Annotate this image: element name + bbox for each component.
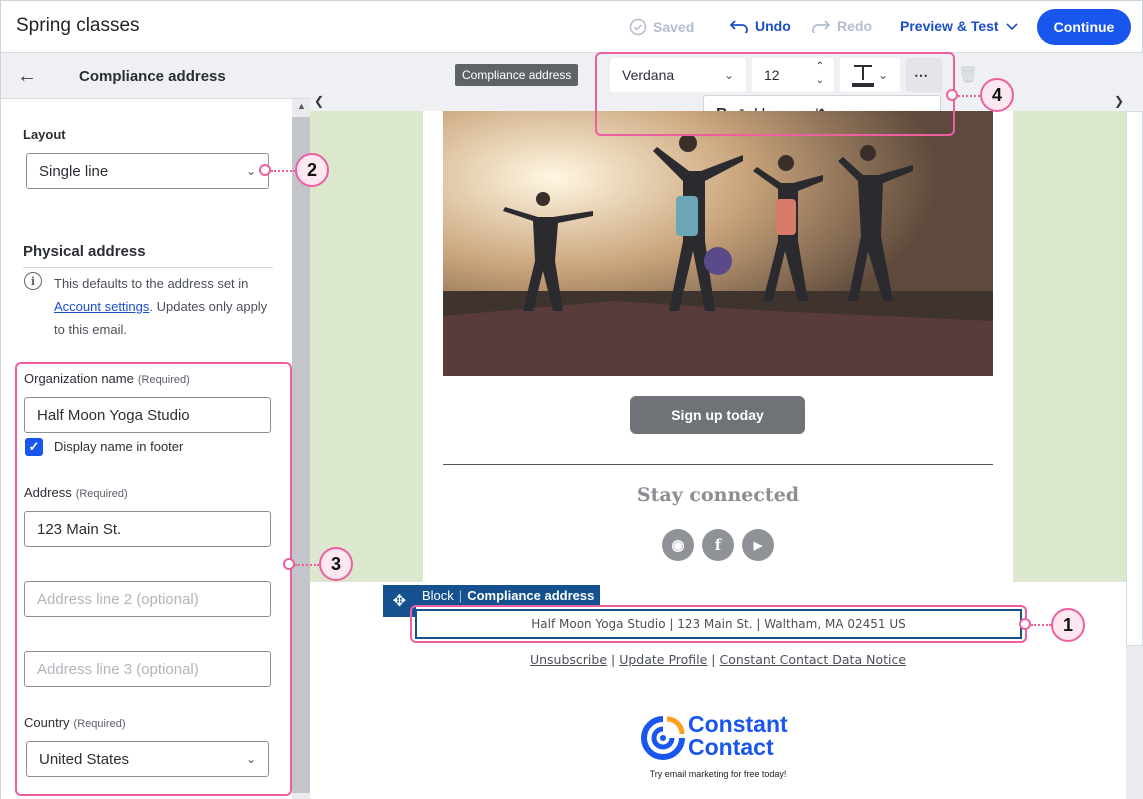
callout-dot bbox=[946, 89, 958, 101]
callout-line bbox=[1031, 624, 1051, 626]
chevron-down-icon bbox=[1005, 23, 1018, 31]
logo-text-line-2: Contact bbox=[688, 734, 774, 760]
preview-test-button[interactable]: Preview & Test bbox=[900, 18, 1019, 34]
preview-label: Preview & Test bbox=[900, 18, 999, 34]
yoga-class-image bbox=[443, 111, 993, 376]
facebook-icon[interactable]: f bbox=[702, 529, 734, 561]
callout-badge-1: 1 bbox=[1051, 608, 1085, 642]
selected-element-tag: Compliance address bbox=[455, 64, 579, 86]
scroll-left-icon[interactable]: ❮ bbox=[314, 94, 324, 108]
page-title: Spring classes bbox=[16, 15, 140, 36]
email-canvas: ❮ ❯ Compliance address Verdana ⌄ 12 ⌃ ⌄ ⌄… bbox=[310, 53, 1143, 799]
unsubscribe-link[interactable]: Unsubscribe bbox=[530, 652, 607, 667]
top-bar: Spring classes Saved Undo Redo Preview &… bbox=[0, 0, 1143, 53]
block-separator: | bbox=[458, 587, 463, 603]
callout-line bbox=[295, 564, 319, 566]
callout-dot bbox=[283, 558, 295, 570]
toolbar-highlight bbox=[595, 52, 955, 136]
scroll-right-icon[interactable]: ❯ bbox=[1114, 94, 1124, 108]
physical-address-title: Physical address bbox=[23, 243, 146, 260]
chevron-down-icon: ⌄ bbox=[245, 164, 256, 178]
logo-tagline: Try email marketing for free today! bbox=[649, 769, 787, 779]
layout-value: Single line bbox=[39, 162, 109, 180]
info-icon: i bbox=[24, 272, 42, 290]
panel-header: ← Compliance address bbox=[1, 53, 310, 99]
footer-links: Unsubscribe | Update Profile | Constant … bbox=[529, 652, 907, 667]
back-arrow-icon[interactable]: ← bbox=[17, 65, 37, 88]
vertical-scrollbar[interactable] bbox=[1126, 111, 1143, 799]
logo-mark-icon bbox=[641, 716, 685, 760]
block-word: Block bbox=[422, 587, 454, 603]
redo-icon bbox=[812, 20, 831, 33]
data-notice-link[interactable]: Constant Contact Data Notice bbox=[720, 652, 907, 667]
undo-button[interactable]: Undo bbox=[729, 18, 791, 34]
continue-button[interactable]: Continue bbox=[1037, 9, 1131, 45]
layout-select[interactable]: Single line ⌄ bbox=[26, 153, 269, 189]
panel-title: Compliance address bbox=[79, 68, 226, 85]
vertical-scrollbar-thumb[interactable] bbox=[1126, 111, 1143, 646]
account-settings-link[interactable]: Account settings bbox=[54, 299, 149, 314]
block-name: Compliance address bbox=[467, 587, 595, 603]
callout-line bbox=[271, 170, 295, 172]
saved-status: Saved bbox=[629, 18, 694, 36]
fields-highlight bbox=[15, 362, 292, 796]
update-profile-link[interactable]: Update Profile bbox=[619, 652, 707, 667]
panel-scrollbar[interactable]: ▲ bbox=[292, 99, 310, 799]
undo-label: Undo bbox=[755, 18, 791, 34]
redo-button[interactable]: Redo bbox=[811, 18, 872, 34]
constant-contact-logo[interactable]: Constant Contact bbox=[640, 713, 810, 761]
callout-dot bbox=[259, 164, 271, 176]
info-text: This defaults to the address set in Acco… bbox=[54, 272, 269, 341]
stay-connected-heading: Stay connected bbox=[636, 484, 800, 506]
check-circle-icon bbox=[629, 18, 647, 36]
saved-label: Saved bbox=[653, 19, 695, 35]
instagram-icon[interactable]: ◉ bbox=[662, 529, 694, 561]
callout-badge-4: 4 bbox=[980, 78, 1014, 112]
scroll-up-icon[interactable]: ▲ bbox=[297, 101, 306, 111]
divider bbox=[23, 267, 273, 268]
undo-icon bbox=[729, 20, 748, 33]
trash-icon[interactable]: 🗑 bbox=[958, 65, 978, 85]
redo-label: Redo bbox=[837, 18, 872, 34]
address-highlight bbox=[410, 605, 1027, 643]
sign-up-button[interactable]: Sign up today bbox=[630, 396, 805, 434]
callout-line bbox=[958, 95, 980, 97]
divider-line bbox=[443, 464, 993, 465]
block-label: Block | Compliance address bbox=[416, 585, 601, 605]
scrollbar-thumb[interactable] bbox=[292, 117, 310, 793]
youtube-icon[interactable]: ▶ bbox=[742, 529, 774, 561]
callout-badge-2: 2 bbox=[295, 153, 329, 187]
info-text-before: This defaults to the address set in bbox=[54, 276, 249, 291]
logo-text: Constant Contact bbox=[688, 713, 788, 759]
layout-label: Layout bbox=[23, 127, 66, 142]
callout-badge-3: 3 bbox=[319, 547, 353, 581]
callout-dot bbox=[1019, 618, 1031, 630]
